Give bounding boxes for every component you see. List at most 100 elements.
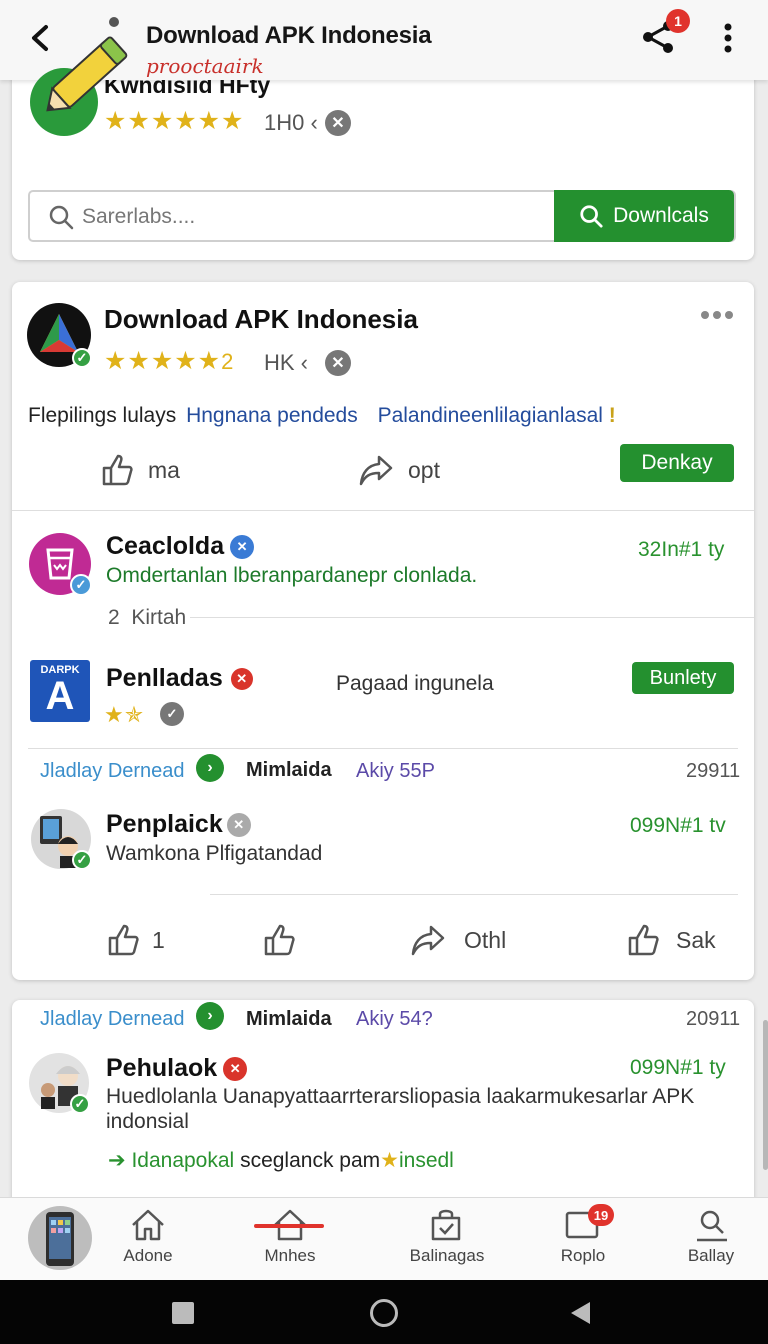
divider — [12, 510, 754, 511]
share-arrow-icon — [410, 922, 446, 958]
page-title: Download APK Indonesia — [146, 22, 432, 49]
nav-item-home[interactable]: Adone — [108, 1208, 188, 1274]
list-item-avatar[interactable]: ✓ — [28, 532, 92, 596]
list-item-desc: Wamkona Plfigatandad — [106, 842, 323, 865]
post-rating-stars: ★★★★★2 — [104, 347, 235, 375]
list-item-title-row: Penlladas ✕ — [106, 664, 253, 693]
nav-badge: 19 — [588, 1204, 614, 1226]
footer-green[interactable]: Idanapokal — [131, 1149, 234, 1172]
more-vert-icon[interactable] — [718, 22, 738, 54]
nav-item-balinagas[interactable]: Balinagas — [400, 1208, 494, 1274]
recent-apps-icon[interactable] — [172, 1302, 194, 1324]
scrollbar[interactable] — [763, 1020, 768, 1170]
nav-label: Ballay — [687, 1246, 735, 1265]
list-item-name: Penlladas — [106, 664, 223, 692]
letter-a-icon: A — [45, 674, 75, 718]
warning-icon: ! — [608, 404, 616, 427]
post-avatar[interactable]: ✓ — [26, 302, 92, 368]
list-item-avatar[interactable]: ✓ — [28, 1052, 90, 1114]
divider — [28, 748, 738, 749]
star-icon: ★ — [380, 1149, 399, 1172]
shopping-bag-icon — [428, 1208, 494, 1242]
meta-tag: Akiy 55Ρ — [356, 760, 435, 782]
app-pencil-logo — [24, 16, 140, 136]
list-item-footer: ➔ Idanapokal sceglanck pam★insedl — [108, 1148, 454, 1173]
error-badge-icon: ✕ — [223, 1056, 248, 1081]
list-item-name: Pehulaok — [106, 1054, 218, 1082]
close-circle-icon[interactable]: ✕ — [325, 110, 351, 136]
notification-badge: 1 — [666, 9, 690, 33]
list-item-middle-text: Pagaad ingunela — [336, 672, 494, 695]
search-icon — [48, 204, 74, 230]
search-download-button[interactable]: Downlcals — [554, 190, 734, 242]
meta-bold: Mimlaida — [246, 759, 332, 781]
arrow-right-icon: ➔ — [108, 1149, 126, 1172]
verified-badge-icon: ✓ — [70, 1094, 90, 1114]
share-button[interactable]: Othl — [410, 922, 506, 958]
post-meta-link-2[interactable]: Palandineenlilagianlasal — [378, 404, 603, 427]
home-icon — [130, 1208, 188, 1242]
like-label: ma — [148, 456, 180, 483]
save-button[interactable]: Sak — [626, 922, 716, 958]
nav-item-roplo[interactable]: 19 Roplo — [548, 1204, 618, 1274]
thumbs-up-icon — [100, 452, 136, 488]
home-outline-icon — [254, 1208, 332, 1242]
post-meta-line: Flepilings lulays Hngnana pendeds Paland… — [28, 404, 616, 428]
verified-check-icon: ✕ — [230, 534, 255, 559]
chevron-right-icon[interactable]: › — [196, 754, 224, 782]
post-meta-plain: Flepilings lulays — [28, 404, 177, 427]
meta-bold: Mimlaida — [246, 1008, 332, 1030]
list-item-count: 099N#1 tv — [630, 814, 726, 837]
nav-phone-thumbnail[interactable] — [28, 1206, 92, 1270]
like-button-2[interactable] — [262, 922, 298, 958]
list-item-desc: Omdertanlan lberanpardanepr clonlada. — [106, 564, 478, 587]
list-item-logo[interactable]: DARPK A — [30, 660, 90, 722]
list-item-name: Penplaick — [106, 810, 223, 838]
nav-item-mnhes[interactable]: Mnhes — [248, 1208, 332, 1274]
system-navigation-bar — [0, 1280, 768, 1344]
list-item-title-row: Ceaclolda ✕ — [106, 532, 255, 561]
thumbs-up-icon — [106, 922, 142, 958]
chevron-right-icon[interactable]: › — [196, 1002, 224, 1030]
nav-label: Balinagas — [409, 1246, 485, 1265]
nav-label: Roplo — [560, 1246, 606, 1265]
nav-label: Mnhes — [264, 1246, 316, 1265]
active-indicator — [254, 1224, 324, 1228]
list-item-sub: 2 Kirtah — [108, 606, 187, 629]
post-action-button[interactable]: Denkay — [620, 444, 734, 482]
meta-link[interactable]: Jladlay Dernead — [40, 760, 185, 783]
like-button[interactable]: 1 — [106, 922, 165, 958]
search-download-label: Downlcals — [613, 204, 709, 227]
share-label: Othl — [464, 926, 507, 953]
post-title: Download APK Indonesia — [104, 304, 418, 334]
save-label: Sak — [676, 926, 716, 953]
back-triangle-icon[interactable] — [568, 1300, 592, 1326]
list-item-action-button[interactable]: Bunlety — [632, 662, 734, 694]
meta-number: 29911 — [686, 760, 741, 782]
more-horiz-icon[interactable] — [700, 310, 734, 320]
error-badge-icon: ✕ — [230, 667, 253, 690]
person-search-icon — [694, 1208, 746, 1242]
list-item-avatar[interactable]: ✓ — [30, 808, 92, 870]
thumbs-up-icon — [626, 922, 662, 958]
list-item-count: 099N#1 ty — [630, 1056, 726, 1079]
like-button[interactable]: ma — [100, 452, 180, 488]
share-button[interactable]: opt — [358, 452, 440, 488]
share-label: opt — [408, 456, 440, 483]
like-count: 1 — [152, 926, 165, 953]
divider — [210, 894, 738, 895]
post-meta-link-1[interactable]: Hngnana pendeds — [186, 404, 358, 427]
close-circle-icon[interactable]: ✕ — [325, 350, 351, 376]
divider — [190, 617, 754, 618]
feed-card-2: Jladlay Dernead › Mimlaida Akiy 54? 2091… — [12, 1000, 754, 1210]
page-subtitle: prooctaairk — [146, 54, 264, 78]
meta-number: 20911 — [686, 1008, 741, 1030]
search-input[interactable]: Sarerlabs.... — [82, 205, 195, 229]
nav-item-ballay[interactable]: Ballay — [676, 1208, 746, 1274]
home-circle-icon[interactable] — [370, 1299, 398, 1327]
meta-link[interactable]: Jladlay Dernead — [40, 1008, 185, 1031]
check-circle-icon: ✓ — [160, 702, 184, 726]
list-item-title-row: Penplaick ✕ — [106, 810, 251, 839]
list-item-title-row: Pehulaok ✕ — [106, 1054, 248, 1083]
footer-end[interactable]: insedl — [399, 1149, 454, 1172]
